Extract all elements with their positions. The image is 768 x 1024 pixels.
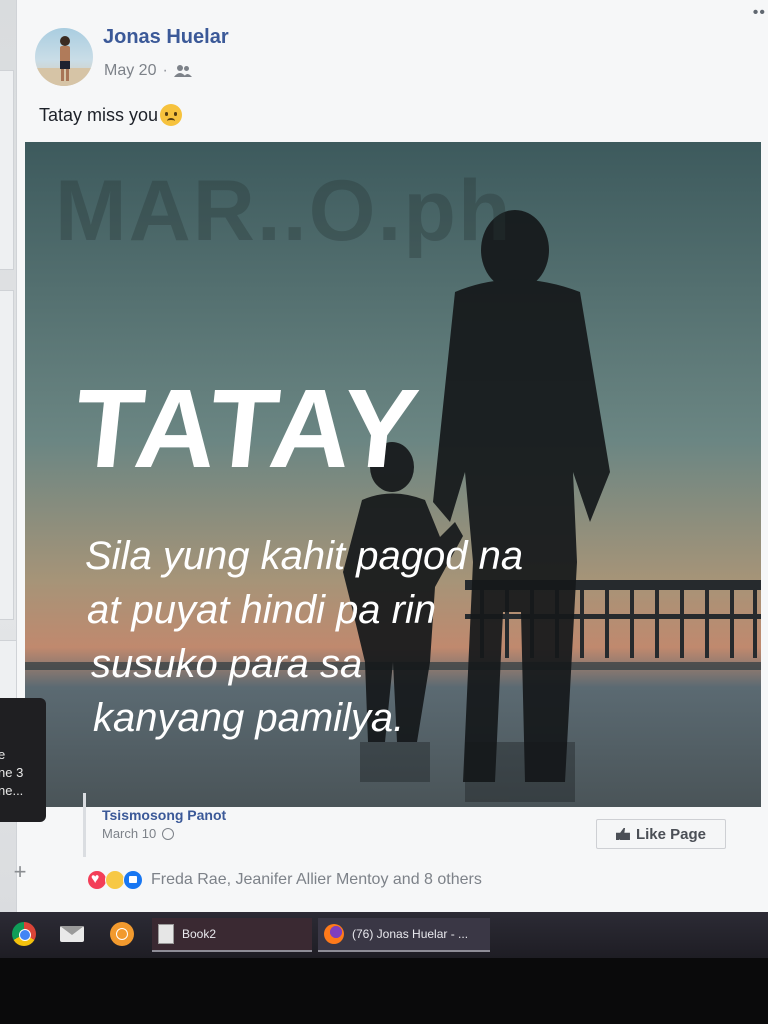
post-text-body: Tatay miss you: [39, 104, 159, 125]
mail-icon[interactable]: [60, 926, 84, 942]
feed-side-card: [0, 70, 14, 270]
like-page-label: Like Page: [635, 825, 707, 843]
shared-page-date[interactable]: March 10: [102, 826, 156, 841]
tooltip-line: ne...: [0, 783, 24, 798]
sad-face-emoji: [160, 104, 183, 126]
monitor-bezel: [0, 958, 768, 1024]
post-date[interactable]: May 20: [104, 62, 156, 80]
globe-icon: [162, 827, 175, 840]
thumbs-up-icon: [615, 828, 630, 840]
shared-page-attribution: Tsismosong Panot March 10 Like Page: [83, 793, 763, 857]
image-quote-line: Sila yung kahit pagod na: [85, 534, 524, 578]
avatar-photo: [35, 36, 93, 86]
like-reaction-icon: [123, 870, 143, 890]
more-options-icon[interactable]: ••: [753, 4, 766, 22]
shared-page-meta: March 10: [102, 826, 175, 841]
shared-page-name[interactable]: Tsismosong Panot: [102, 807, 226, 823]
chrome-icon[interactable]: [12, 922, 36, 946]
taskbar-item-label: Book2: [182, 927, 217, 941]
love-reaction-icon: [87, 870, 107, 890]
taskbar-item-firefox[interactable]: (76) Jonas Huelar - ...: [318, 918, 490, 952]
reactions-text[interactable]: Freda Rae, Jeanifer Allier Mentoy and 8 …: [151, 871, 482, 889]
feed-side-card: [0, 290, 14, 620]
friends-icon[interactable]: [173, 64, 192, 78]
screen: Jonas Huelar May 20 · Tatay miss you MAR…: [0, 0, 768, 1024]
chat-preview-tooltip[interactable]: e ne 3 ne...: [0, 698, 46, 822]
app-circle-icon[interactable]: [110, 922, 134, 946]
tooltip-line: e: [0, 747, 6, 762]
like-page-button[interactable]: Like Page: [596, 819, 726, 849]
add-button[interactable]: +: [0, 852, 40, 892]
post-author[interactable]: Jonas Huelar: [103, 26, 229, 49]
image-quote-line: at puyat hindi pa rin: [87, 588, 437, 632]
sad-reaction-icon: [105, 870, 125, 890]
firefox-icon: [324, 924, 344, 944]
document-icon: [158, 924, 174, 944]
tooltip-line: ne 3: [0, 765, 24, 780]
image-quote-line: kanyang pamilya.: [93, 696, 405, 740]
post-image[interactable]: MAR..O.ph TATAY Sila yung kahit pagod na…: [25, 142, 761, 807]
image-title: TATAY: [68, 366, 425, 491]
taskbar-item-label: (76) Jonas Huelar - ...: [352, 927, 469, 941]
post-text: Tatay miss you: [39, 104, 183, 126]
avatar[interactable]: [35, 28, 93, 86]
taskbar-item-book2[interactable]: Book2: [152, 918, 312, 952]
image-watermark: MAR..O.ph: [55, 163, 513, 259]
separator-dot: ·: [162, 62, 168, 79]
post-meta: May 20 ·: [104, 62, 192, 80]
reactions-summary[interactable]: Freda Rae, Jeanifer Allier Mentoy and 8 …: [87, 870, 482, 890]
taskbar: Book2 (76) Jonas Huelar - ...: [0, 912, 768, 958]
image-quote-line: susuko para sa: [91, 642, 363, 686]
post-card: Jonas Huelar May 20 · Tatay miss you MAR…: [16, 0, 768, 920]
